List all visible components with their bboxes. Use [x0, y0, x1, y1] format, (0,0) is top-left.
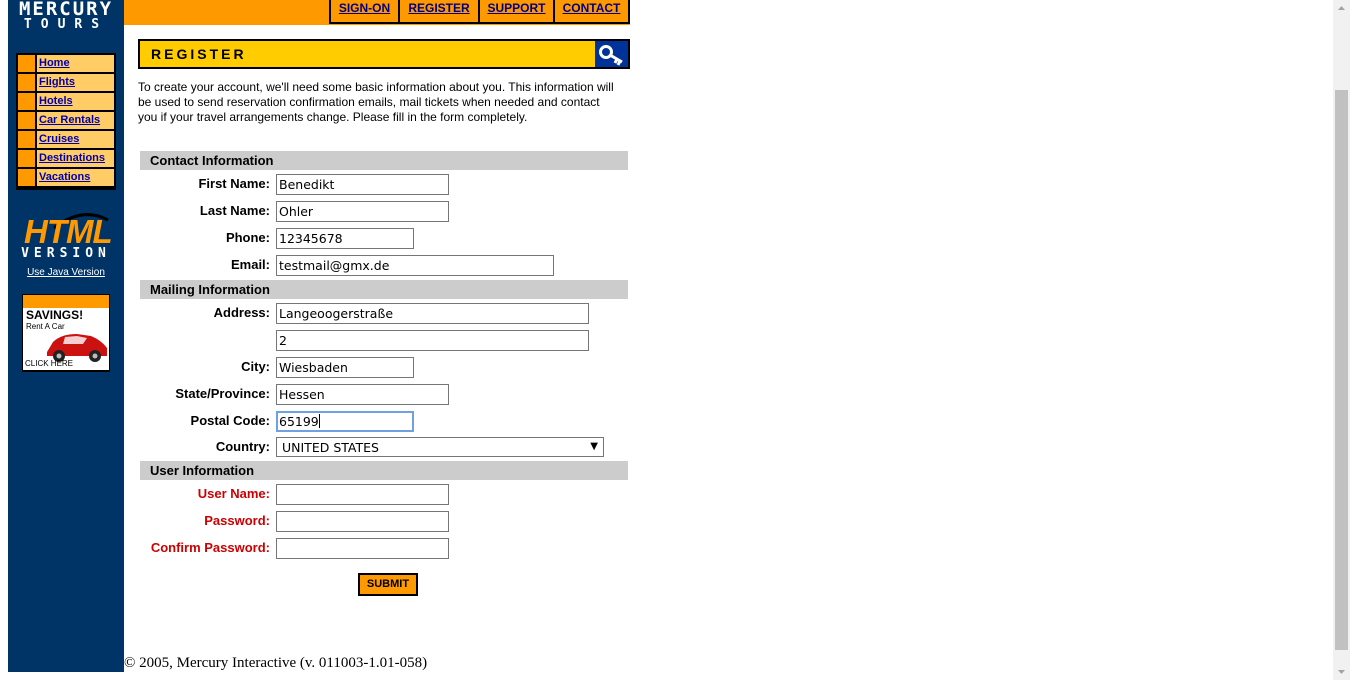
postal-code-value: 65199 — [279, 414, 319, 429]
logo-line-2: TOURS — [23, 17, 109, 32]
side-nav-link[interactable]: Vacations — [37, 169, 114, 186]
password-field[interactable] — [276, 511, 449, 532]
tab-sign-on[interactable]: SIGN-ON — [329, 0, 398, 24]
address-line-1-field[interactable]: Langeoogerstraße — [276, 303, 589, 324]
side-nav-link[interactable]: Destinations — [37, 150, 114, 167]
dropdown-arrow-icon: ▼ — [590, 441, 598, 452]
nav-bullet-icon — [18, 150, 35, 167]
user-name-label: User Name: — [197, 486, 270, 501]
city-label: City: — [241, 359, 270, 374]
side-nav-item-flights[interactable]: Flights — [18, 74, 114, 91]
html-version-badge: HTML VERSION — [21, 210, 113, 265]
scroll-down-arrow-icon[interactable] — [1333, 663, 1350, 680]
address-line-2-field[interactable]: 2 — [276, 330, 589, 351]
confirm-password-label: Confirm Password: — [150, 540, 270, 555]
user-name-field[interactable] — [276, 484, 449, 505]
nav-bullet-icon — [18, 169, 35, 186]
ad-cta: CLICK HERE — [25, 359, 74, 368]
tab-support[interactable]: SUPPORT — [478, 0, 553, 24]
state-label: State/Province: — [175, 386, 270, 401]
section-contact-information: Contact Information — [140, 151, 628, 170]
side-nav-link[interactable]: Home — [37, 55, 114, 72]
html-version-subtitle: VERSION — [21, 246, 111, 261]
savings-ad[interactable]: SAVINGS! Rent A Car CLICK HERE — [22, 294, 110, 372]
section-mailing-information: Mailing Information — [140, 280, 628, 299]
page-title: REGISTER — [151, 46, 247, 62]
submit-button-label: SUBMIT — [360, 575, 416, 594]
footer-copyright: © 2005, Mercury Interactive (v. 011003-1… — [124, 655, 428, 671]
side-nav-item-home[interactable]: Home — [18, 55, 114, 72]
submit-button[interactable]: SUBMIT — [358, 573, 418, 596]
address-label: Address: — [213, 305, 270, 320]
text-caret — [318, 414, 320, 428]
nav-bullet-icon — [18, 74, 35, 91]
ad-title: SAVINGS! — [26, 308, 84, 322]
banner-background: REGISTER — [140, 41, 595, 67]
vertical-scrollbar[interactable] — [1333, 0, 1350, 680]
email-field[interactable]: testmail@gmx.de — [276, 255, 554, 276]
scrollbar-thumb[interactable] — [1335, 90, 1348, 650]
confirm-password-field[interactable] — [276, 538, 449, 559]
country-selected-value: UNITED STATES — [282, 440, 379, 455]
ad-top-strip — [23, 295, 109, 308]
side-nav-link[interactable]: Hotels — [37, 93, 114, 110]
nav-bullet-icon — [18, 55, 35, 72]
register-banner: REGISTER — [138, 39, 630, 69]
tab-contact[interactable]: CONTACT — [553, 0, 630, 24]
top-navigation: SIGN-ON REGISTER SUPPORT CONTACT — [124, 0, 630, 25]
side-nav-item-car-rentals[interactable]: Car Rentals — [18, 112, 114, 129]
banner-icon-box — [595, 41, 628, 67]
password-label: Password: — [204, 513, 270, 528]
phone-label: Phone: — [225, 230, 270, 245]
side-nav-item-vacations[interactable]: Vacations — [18, 169, 114, 186]
mercury-tours-logo[interactable]: MERCURY TOURS — [8, 0, 124, 34]
nav-bullet-icon — [18, 112, 35, 129]
intro-text: To create your account, we'll need some … — [138, 80, 614, 124]
side-navigation: Home Flights Hotels Car Rentals Cruises … — [16, 53, 116, 190]
nav-bullet-icon — [18, 93, 35, 110]
tab-register[interactable]: REGISTER — [398, 0, 478, 24]
section-user-information: User Information — [140, 461, 628, 480]
first-name-label: First Name: — [198, 176, 270, 191]
country-label: Country: — [215, 439, 270, 454]
side-nav-link[interactable]: Cruises — [37, 131, 114, 148]
city-field[interactable]: Wiesbaden — [276, 357, 414, 378]
nav-bullet-icon — [18, 131, 35, 148]
side-nav-item-hotels[interactable]: Hotels — [18, 93, 114, 110]
side-nav-item-destinations[interactable]: Destinations — [18, 150, 114, 167]
side-nav-link[interactable]: Car Rentals — [37, 112, 114, 129]
last-name-label: Last Name: — [199, 203, 270, 218]
country-select[interactable]: UNITED STATES ▼ — [276, 437, 604, 457]
scroll-up-arrow-icon[interactable] — [1333, 0, 1350, 17]
key-icon — [599, 45, 623, 66]
email-label: Email: — [230, 257, 270, 272]
use-java-version-link[interactable]: Use Java Version — [8, 267, 124, 278]
postal-code-field[interactable]: 65199 — [276, 411, 414, 432]
side-nav-link[interactable]: Flights — [37, 74, 114, 91]
red-car-icon — [47, 334, 107, 362]
phone-field[interactable]: 12345678 — [276, 228, 414, 249]
side-nav-item-cruises[interactable]: Cruises — [18, 131, 114, 148]
last-name-field[interactable]: Ohler — [276, 201, 449, 222]
state-province-field[interactable]: Hessen — [276, 384, 449, 405]
postal-code-label: Postal Code: — [190, 413, 270, 428]
ad-body: SAVINGS! Rent A Car CLICK HERE — [23, 308, 109, 370]
first-name-field[interactable]: Benedikt — [276, 174, 449, 195]
html-version-title: HTML — [24, 213, 113, 250]
